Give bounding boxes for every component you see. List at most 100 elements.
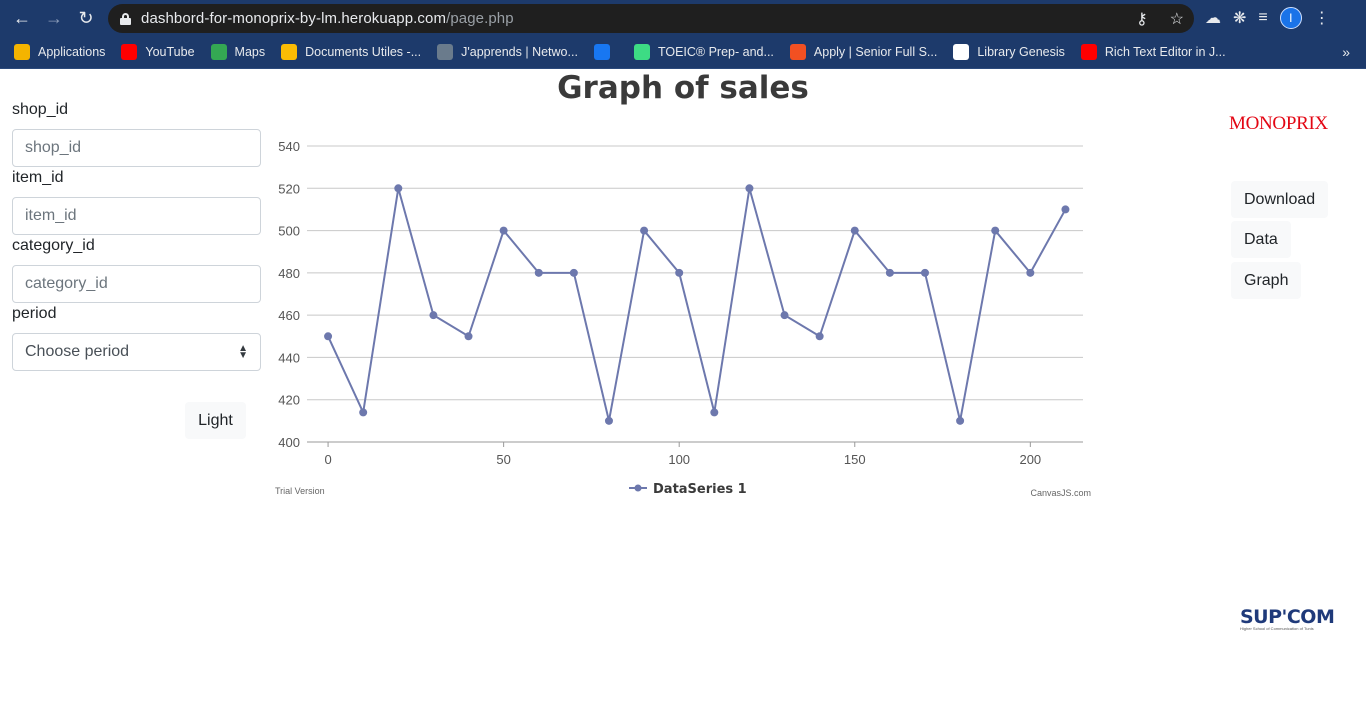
legend-label: DataSeries 1 bbox=[653, 482, 747, 497]
data-point bbox=[604, 416, 613, 425]
bookmark-item[interactable]: Rich Text Editor in J... bbox=[1080, 44, 1226, 60]
bookmark-item[interactable]: J'apprends | Netwo... bbox=[437, 44, 578, 60]
x-tick-label: 0 bbox=[324, 452, 331, 467]
bookmark-item[interactable] bbox=[593, 44, 618, 60]
x-tick-label: 200 bbox=[1019, 452, 1041, 467]
y-tick-label: 440 bbox=[278, 350, 300, 365]
supcom-logo-text: SUP'COM bbox=[1240, 606, 1335, 628]
bookmark-item[interactable]: Library Genesis bbox=[953, 44, 1065, 60]
data-point bbox=[429, 311, 438, 320]
data-point bbox=[569, 268, 578, 277]
item-id-label: item_id bbox=[12, 169, 64, 186]
bookmark-label: YouTube bbox=[145, 45, 195, 59]
book-icon bbox=[953, 44, 970, 60]
bookmark-item[interactable]: YouTube bbox=[121, 44, 195, 60]
supcom-logo: SUP'COM Higher School of Communication o… bbox=[1240, 606, 1335, 631]
canvasjs-watermark: CanvasJS.com bbox=[1030, 488, 1091, 498]
light-button[interactable]: Light bbox=[185, 402, 246, 439]
data-point bbox=[956, 416, 965, 425]
y-tick-label: 400 bbox=[278, 435, 300, 450]
y-tick-label: 420 bbox=[278, 393, 300, 408]
period-select[interactable]: Choose period ▲ ▼ bbox=[12, 333, 261, 371]
shop-id-label: shop_id bbox=[12, 101, 69, 118]
select-arrows-icon: ▲ ▼ bbox=[238, 343, 248, 361]
bookmark-label: J'apprends | Netwo... bbox=[461, 45, 578, 59]
y-tick-label: 480 bbox=[278, 266, 300, 281]
puzzle-extensions-icon[interactable]: ❋ bbox=[1233, 8, 1246, 28]
data-point bbox=[710, 408, 719, 417]
monoprix-logo: MONOPRIX bbox=[1229, 113, 1328, 134]
item-id-input[interactable] bbox=[12, 197, 261, 235]
y-tick-label: 520 bbox=[278, 181, 300, 196]
cisco-icon bbox=[437, 44, 454, 60]
media-queue-icon[interactable]: ≡ bbox=[1258, 9, 1267, 27]
profile-avatar[interactable]: I bbox=[1279, 7, 1302, 29]
data-point bbox=[499, 226, 508, 235]
data-point bbox=[394, 184, 403, 193]
lock-icon bbox=[120, 12, 131, 25]
download-button[interactable]: Download bbox=[1231, 181, 1329, 218]
star-icon[interactable]: ☆ bbox=[1170, 9, 1184, 29]
bookmark-label: Library Genesis bbox=[977, 45, 1065, 59]
category-id-label: category_id bbox=[12, 237, 95, 254]
data-point bbox=[885, 268, 894, 277]
period-selected-value: Choose period bbox=[25, 343, 130, 360]
bookmark-label: Documents Utiles -... bbox=[305, 45, 422, 59]
data-point bbox=[1026, 268, 1035, 277]
y-tick-label: 500 bbox=[278, 224, 300, 239]
data-point bbox=[464, 332, 473, 341]
series-line bbox=[327, 188, 1067, 422]
x-tick-label: 150 bbox=[844, 452, 866, 467]
data-point bbox=[991, 226, 1000, 235]
maps-icon bbox=[210, 44, 227, 60]
x-tick-label: 100 bbox=[668, 452, 690, 467]
bookmark-label: Maps bbox=[234, 45, 266, 59]
y-tick-label: 540 bbox=[278, 139, 300, 154]
y-tick-label: 460 bbox=[278, 308, 300, 323]
bookmark-label: TOEIC® Prep- and... bbox=[657, 45, 774, 59]
legend-marker bbox=[634, 484, 642, 492]
data-button[interactable]: Data bbox=[1231, 221, 1291, 258]
bookmark-item[interactable]: Maps bbox=[210, 44, 266, 60]
category-id-input[interactable] bbox=[12, 265, 261, 303]
data-point bbox=[640, 226, 649, 235]
facebook-icon bbox=[593, 44, 610, 60]
bookmark-item[interactable]: Apply | Senior Full S... bbox=[789, 44, 938, 60]
youtube-icon bbox=[1080, 44, 1097, 60]
bookmark-label: Rich Text Editor in J... bbox=[1104, 45, 1226, 59]
filter-form: shop_id item_id category_id period Choos… bbox=[12, 69, 261, 371]
bookmarks-overflow-button[interactable]: » bbox=[1342, 44, 1350, 60]
graph-button[interactable]: Graph bbox=[1231, 262, 1302, 299]
menu-dots-icon[interactable]: ⋮ bbox=[1314, 8, 1330, 28]
bookmark-item[interactable]: Documents Utiles -... bbox=[281, 44, 421, 60]
bookmark-label: Applications bbox=[38, 45, 106, 59]
check-icon bbox=[633, 44, 650, 60]
bookmark-item[interactable]: TOEIC® Prep- and... bbox=[633, 44, 774, 60]
shop-id-input[interactable] bbox=[12, 129, 261, 167]
apps-grid-icon bbox=[14, 44, 30, 60]
data-point bbox=[359, 408, 368, 417]
bookmark-label: Apply | Senior Full S... bbox=[813, 45, 938, 59]
data-point bbox=[815, 332, 824, 341]
browser-toolbar: ← → ↻ dashbord-for-monoprix-by-lm.heroku… bbox=[0, 0, 1366, 36]
reload-icon[interactable]: ↻ bbox=[70, 2, 102, 34]
x-tick-label: 50 bbox=[496, 452, 510, 467]
bookmarks-bar: Applications YouTube Maps Documents Utiles … bbox=[0, 36, 1366, 69]
trial-watermark: Trial Version bbox=[275, 486, 325, 496]
forward-arrow-icon[interactable]: → bbox=[38, 2, 70, 34]
period-label: period bbox=[12, 305, 57, 322]
address-bar[interactable]: dashbord-for-monoprix-by-lm.herokuapp.co… bbox=[108, 4, 1194, 33]
key-icon[interactable]: ⚷ bbox=[1136, 9, 1148, 29]
data-point bbox=[920, 268, 929, 277]
back-arrow-icon[interactable]: ← bbox=[6, 2, 38, 34]
data-point bbox=[534, 268, 543, 277]
cloud-extension-icon[interactable]: ☁ bbox=[1205, 8, 1221, 28]
youtube-icon bbox=[121, 44, 138, 60]
drive-icon bbox=[281, 44, 298, 60]
data-point bbox=[780, 311, 789, 320]
data-point bbox=[1061, 205, 1070, 214]
data-point bbox=[850, 226, 859, 235]
data-point bbox=[745, 184, 754, 193]
bookmark-item[interactable]: Applications bbox=[14, 44, 105, 60]
data-point bbox=[324, 332, 333, 341]
